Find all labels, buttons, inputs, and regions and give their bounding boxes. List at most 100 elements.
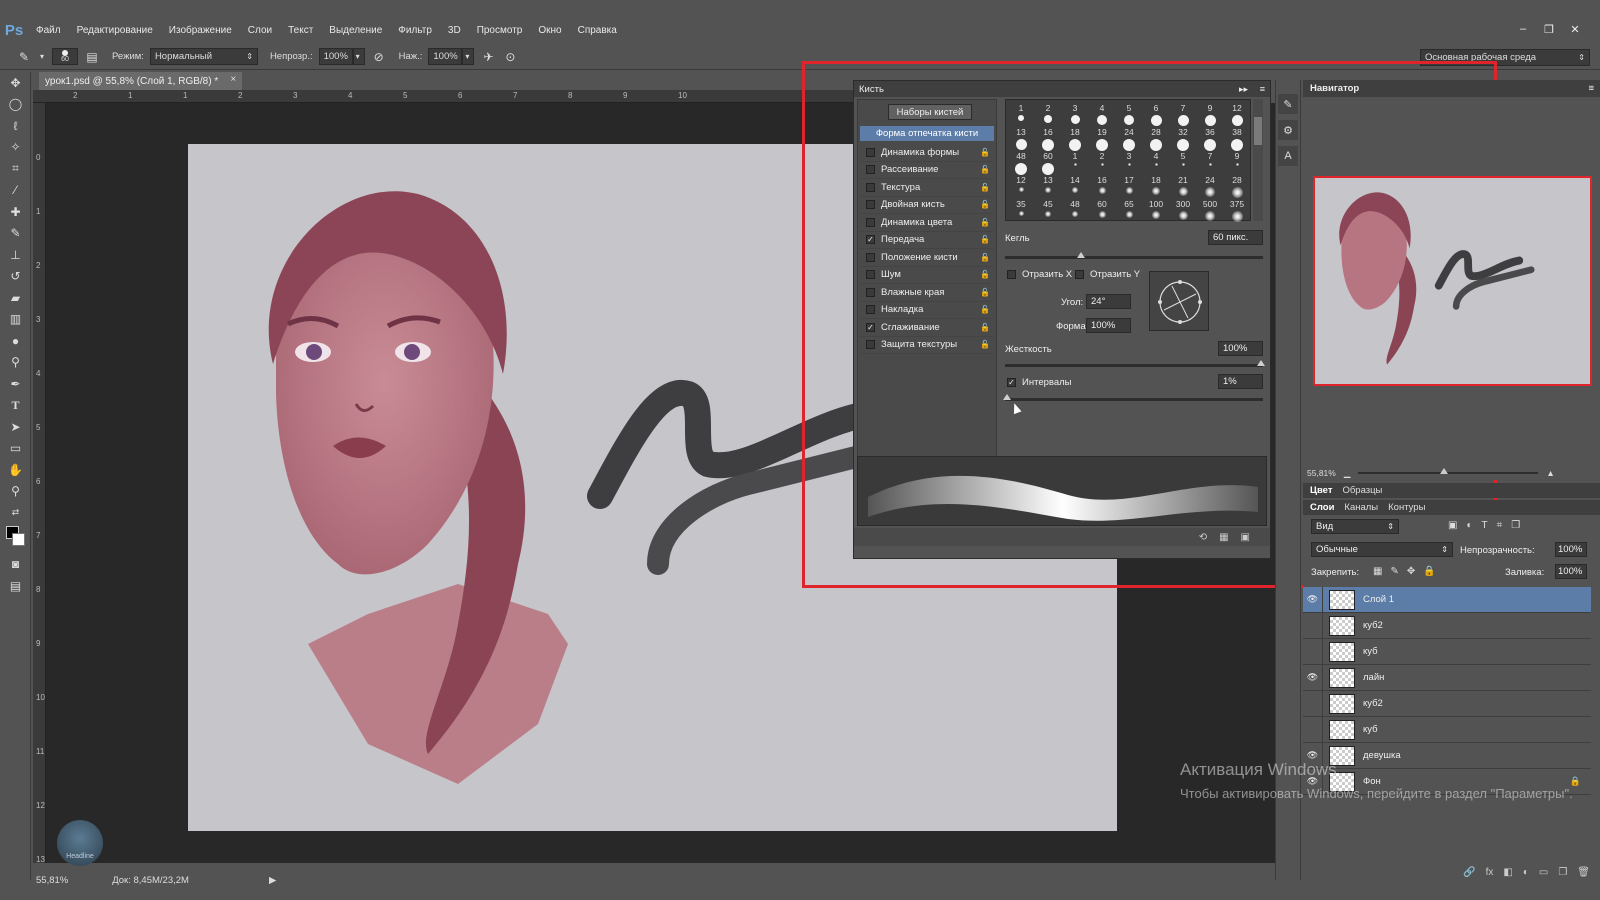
new-preset-icon[interactable]: ▣ bbox=[1241, 532, 1250, 543]
pressure-size-icon[interactable]: ⊙ bbox=[502, 49, 518, 65]
opacity-input[interactable]: 100% bbox=[318, 48, 353, 65]
spacing-slider-knob[interactable] bbox=[1003, 394, 1011, 400]
layer-style-icon[interactable]: fx bbox=[1486, 867, 1494, 878]
brush-tip-preset[interactable]: 3 bbox=[1116, 151, 1142, 166]
brush-tip-preset[interactable]: 6 bbox=[1143, 103, 1169, 126]
flip-y-checkbox[interactable]: Отразить Y bbox=[1073, 269, 1140, 280]
brush-tip-preset[interactable]: 13 bbox=[1008, 127, 1034, 150]
adjustments-icon[interactable]: ⚙ bbox=[1278, 120, 1298, 140]
lock-icon[interactable]: 🔓 bbox=[980, 340, 990, 349]
brush-option-item[interactable]: ✓ Передача 🔓 bbox=[860, 232, 994, 249]
path-selection-tool-icon[interactable]: ➤ bbox=[0, 416, 31, 438]
status-arrow-icon[interactable]: ▶ bbox=[269, 875, 276, 886]
flow-dropdown[interactable]: ▾ bbox=[462, 48, 475, 65]
restore-button[interactable]: ❐ bbox=[1538, 20, 1560, 38]
brush-tip-preset[interactable]: 100 bbox=[1143, 199, 1169, 219]
layer-opacity-input[interactable]: 100% bbox=[1555, 542, 1587, 557]
eraser-tool-icon[interactable]: ▰ bbox=[0, 287, 31, 309]
brush-option-checkbox[interactable] bbox=[866, 270, 875, 280]
lock-all-icon[interactable]: 🔒 bbox=[1423, 566, 1435, 577]
brush-tip-preset[interactable]: 60 bbox=[1089, 199, 1115, 218]
hardness-slider-knob[interactable] bbox=[1257, 360, 1265, 366]
brush-option-checkbox[interactable]: ✓ bbox=[866, 322, 875, 332]
panel-menu-icon[interactable]: ≡ bbox=[1260, 84, 1265, 94]
brush-tip-preset[interactable]: 9 bbox=[1224, 151, 1250, 166]
spacing-checkbox[interactable]: ✓ Интервалы bbox=[1005, 377, 1071, 388]
zoom-tool-icon[interactable]: ⚲ bbox=[0, 481, 31, 503]
brush-tip-shape-item[interactable]: Форма отпечатка кисти bbox=[860, 126, 994, 141]
fill-input[interactable]: 100% bbox=[1555, 564, 1587, 579]
menu-item[interactable]: Текст bbox=[280, 25, 321, 36]
menu-item[interactable]: Выделение bbox=[321, 25, 390, 36]
brush-tip-preset[interactable]: 5 bbox=[1170, 151, 1196, 166]
navigator-title[interactable]: Навигатор bbox=[1310, 83, 1359, 94]
menu-item[interactable]: Редактирование bbox=[69, 25, 161, 36]
brush-tip-preset[interactable]: 2 bbox=[1035, 103, 1061, 123]
eye-icon[interactable] bbox=[1303, 612, 1323, 639]
brush-option-item[interactable]: Шум 🔓 bbox=[860, 267, 994, 284]
lock-icon[interactable]: 🔓 bbox=[980, 165, 990, 174]
spacing-slider[interactable] bbox=[1003, 394, 1263, 401]
minimize-button[interactable]: – bbox=[1512, 20, 1534, 38]
menu-item[interactable]: Слои bbox=[240, 25, 280, 36]
tab-paths[interactable]: Контуры bbox=[1388, 502, 1425, 513]
move-tool-icon[interactable]: ✥ bbox=[0, 72, 31, 94]
eye-icon[interactable] bbox=[1303, 690, 1323, 717]
crop-tool-icon[interactable]: ⌗ bbox=[0, 158, 31, 180]
brush-tool-icon[interactable]: ✎ bbox=[16, 49, 32, 65]
menu-item[interactable]: Просмотр bbox=[469, 25, 531, 36]
brush-option-item[interactable]: Рассеивание 🔓 bbox=[860, 162, 994, 179]
lock-icon[interactable]: 🔓 bbox=[980, 183, 990, 192]
chevron-down-icon[interactable]: ▾ bbox=[38, 49, 46, 65]
hardness-slider[interactable] bbox=[1005, 360, 1265, 367]
lock-position-icon[interactable]: ✥ bbox=[1407, 566, 1415, 577]
eyedropper-tool-icon[interactable]: ⁄ bbox=[0, 180, 31, 202]
brush-option-item[interactable]: Защита текстуры 🔓 bbox=[860, 337, 994, 354]
lock-icon[interactable]: 🔓 bbox=[980, 218, 990, 227]
brush-tip-preset[interactable]: 500 bbox=[1197, 199, 1223, 221]
layer-row[interactable]: 👁 лайн bbox=[1303, 664, 1591, 691]
lasso-tool-icon[interactable]: ℓ bbox=[0, 115, 31, 137]
brush-preset-picker[interactable]: 60 bbox=[52, 48, 78, 65]
brush-tip-preset[interactable]: 5 bbox=[1116, 103, 1142, 125]
brush-option-item[interactable]: Динамика цвета 🔓 bbox=[860, 214, 994, 232]
brush-option-checkbox[interactable] bbox=[866, 165, 875, 175]
brush-tip-preset[interactable]: 36 bbox=[1197, 127, 1223, 151]
brush-option-item[interactable]: Двойная кисть 🔓 bbox=[860, 197, 994, 214]
brush-tip-preset[interactable]: 2 bbox=[1089, 151, 1115, 166]
tips-scrollbar-thumb[interactable] bbox=[1254, 117, 1262, 145]
brush-option-checkbox[interactable] bbox=[866, 305, 875, 315]
spacing-box[interactable]: ✓ bbox=[1007, 378, 1016, 387]
tips-scrollbar[interactable] bbox=[1253, 99, 1263, 221]
tab-layers[interactable]: Слои bbox=[1310, 502, 1334, 513]
brush-tip-preset[interactable]: 28 bbox=[1224, 175, 1250, 198]
lock-icon[interactable]: 🔓 bbox=[980, 200, 990, 209]
brush-panel-title[interactable]: Кисть bbox=[859, 84, 884, 95]
filter-type-icon[interactable]: T bbox=[1482, 520, 1488, 531]
eye-icon[interactable]: 👁 bbox=[1303, 586, 1323, 613]
brush-tip-preset[interactable]: 24 bbox=[1197, 175, 1223, 197]
screen-mode-icon[interactable]: ▤ bbox=[0, 575, 31, 597]
brush-tip-preset[interactable]: 48 bbox=[1062, 199, 1088, 217]
close-icon[interactable]: × bbox=[230, 74, 236, 85]
flip-x-checkbox[interactable]: Отразить X bbox=[1005, 269, 1072, 280]
collapse-icon[interactable]: ▸▸ bbox=[1239, 84, 1248, 95]
filter-shape-icon[interactable]: ⌗ bbox=[1497, 520, 1503, 531]
brush-option-checkbox[interactable] bbox=[866, 252, 875, 262]
brush-tip-preset[interactable]: 48 bbox=[1008, 151, 1034, 175]
eye-icon[interactable] bbox=[1303, 638, 1323, 665]
layer-row[interactable]: куб2 bbox=[1303, 690, 1591, 717]
brush-option-checkbox[interactable] bbox=[866, 340, 875, 350]
brush-tip-preset[interactable]: 19 bbox=[1089, 127, 1115, 151]
lock-icon[interactable]: 🔓 bbox=[980, 323, 990, 332]
pressure-opacity-icon[interactable]: ⊘ bbox=[371, 49, 387, 65]
brush-tip-preset[interactable]: 4 bbox=[1143, 151, 1169, 166]
brush-option-checkbox[interactable] bbox=[866, 287, 875, 297]
swap-colors-icon[interactable]: ⇄ bbox=[0, 502, 31, 524]
delete-layer-icon[interactable]: 🗑 bbox=[1577, 867, 1590, 878]
lock-pixels-icon[interactable]: ✎ bbox=[1390, 566, 1398, 577]
eye-icon[interactable] bbox=[1303, 716, 1323, 743]
navigator-thumbnail[interactable] bbox=[1313, 176, 1592, 386]
lock-icon[interactable]: 🔓 bbox=[980, 253, 990, 262]
layer-row[interactable]: куб bbox=[1303, 716, 1591, 743]
